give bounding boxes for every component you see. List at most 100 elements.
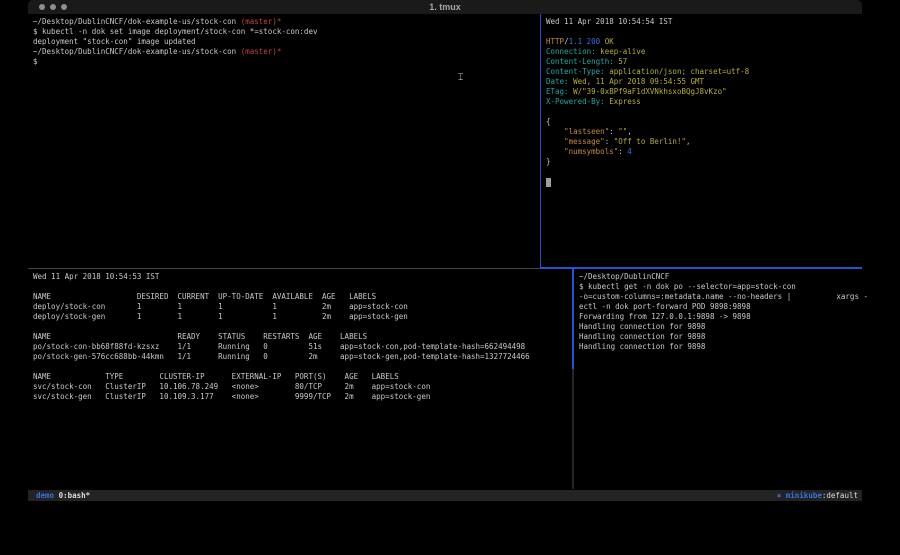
terminal-text-segment: ectl -n dok port-forward POD 9898:9898 <box>579 302 751 311</box>
terminal-line <box>546 177 867 187</box>
window-tab-bash[interactable]: 0:bash* <box>59 491 91 500</box>
terminal-text-segment: { <box>546 117 551 126</box>
terminal-line <box>546 107 867 117</box>
terminal-line: { <box>546 117 867 127</box>
terminal-line: Handling connection for 9898 <box>579 332 867 342</box>
terminal-line: $ kubectl get -n dok po --selector=app=s… <box>579 282 867 292</box>
desktop-background: 1. tmux ~/Desktop/DublinCNCF/dok-example… <box>0 0 900 555</box>
terminal-line: HTTP/1.1 200 OK <box>546 37 867 47</box>
terminal-text-segment: , <box>686 137 691 146</box>
terminal-line: Handling connection for 9898 <box>579 342 867 352</box>
terminal-text-segment: Handling connection for 9898 <box>579 322 705 331</box>
terminal-line: ~/Desktop/DublinCNCF/dok-example-us/stoc… <box>33 47 544 57</box>
terminal-text-segment: $ <box>33 57 38 66</box>
terminal-text-segment: "" <box>618 127 627 136</box>
terminal-text-segment: NAME TYPE CLUSTER-IP EXTERNAL-IP PORT(S)… <box>33 372 399 381</box>
terminal-text-segment: deploy/stock-con 1 1 1 1 2m app=stock-co… <box>33 302 408 311</box>
terminal-text-segment: $ kubectl get -n dok po --selector=app=s… <box>579 282 796 291</box>
zoom-button[interactable] <box>61 4 67 10</box>
terminal-line: -o=custom-columns=:metadata.name --no-he… <box>579 292 867 302</box>
terminal-text-segment: Date: <box>546 77 569 86</box>
tmux-pane-top-left[interactable]: ~/Desktop/DublinCNCF/dok-example-us/stoc… <box>28 14 544 270</box>
terminal-text-segment: NAME READY STATUS RESTARTS AGE LABELS <box>33 332 367 341</box>
status-left: demo 0:bash* <box>36 490 90 501</box>
terminal-line: Forwarding from 127.0.0.1:9898 -> 9898 <box>579 312 867 322</box>
terminal-text-segment: ETag: <box>546 87 569 96</box>
terminal-line: "message": "Off to Berlin!", <box>546 137 867 147</box>
terminal-text-segment <box>546 127 564 136</box>
terminal-line: po/stock-con-bb68f88fd-kzsxz 1/1 Running… <box>33 342 576 352</box>
terminal-line <box>33 282 576 292</box>
close-button[interactable] <box>39 4 45 10</box>
terminal-text-segment: Content-Type: <box>546 67 605 76</box>
terminal-text-segment: deployment "stock-con" image updated <box>33 37 196 46</box>
terminal-text-segment: application/json; charset=utf-8 <box>605 67 750 76</box>
tmux-pane-bottom-right[interactable]: ~/Desktop/DublinCNCF$ kubectl get -n dok… <box>574 269 867 492</box>
tmux-status-bar: demo 0:bash* ⎈ minikube:default <box>28 490 862 501</box>
pane-border-horizontal-right[interactable] <box>540 267 862 269</box>
terminal-text-segment: ~/Desktop/DublinCNCF <box>579 272 669 281</box>
cursor-block <box>546 178 551 187</box>
terminal-line: } <box>546 157 867 167</box>
terminal-text-segment: "lastseen" <box>564 127 609 136</box>
terminal-text-segment: : <box>609 127 618 136</box>
terminal-line: Wed 11 Apr 2018 10:54:53 IST <box>33 272 576 282</box>
pane-border-horizontal-left[interactable] <box>28 268 540 269</box>
terminal-text-segment: Content-Length: <box>546 57 614 66</box>
terminal-text-segment: keep-alive <box>596 47 646 56</box>
terminal-text-segment <box>546 147 564 156</box>
session-name[interactable]: demo <box>36 491 54 500</box>
terminal-line: ~/Desktop/DublinCNCF <box>579 272 867 282</box>
terminal-line: ETag: W/"39-0xBPf9aF1dXVNkhsxoBQgJ8vKzo" <box>546 87 867 97</box>
terminal-text-segment: NAME DESIRED CURRENT UP-TO-DATE AVAILABL… <box>33 292 376 301</box>
terminal-text-segment: 57 <box>614 57 628 66</box>
terminal-text-segment: X-Powered-By: <box>546 97 605 106</box>
terminal-line <box>33 362 576 372</box>
kube-context: minikube <box>781 491 822 500</box>
terminal-text-segment: } <box>546 157 551 166</box>
terminal-text-segment: po/stock-gen-576cc688bb-44kmn 1/1 Runnin… <box>33 352 530 361</box>
terminal-line: Connection: keep-alive <box>546 47 867 57</box>
terminal-text-segment: $ kubectl -n dok set image deployment/st… <box>33 27 317 36</box>
terminal-line <box>33 322 576 332</box>
terminal-text-segment: Wed 11 Apr 2018 10:54:53 IST <box>33 272 159 281</box>
terminal-line: $ <box>33 57 544 67</box>
terminal-text-segment: Wed, 11 Apr 2018 09:54:55 GMT <box>569 77 704 86</box>
terminal-text-segment: svc/stock-con ClusterIP 10.106.78.249 <n… <box>33 382 430 391</box>
pane-border-vertical-bottom-active[interactable] <box>572 269 574 369</box>
terminal-line: $ kubectl -n dok set image deployment/st… <box>33 27 544 37</box>
pane-border-vertical-bottom[interactable] <box>572 369 574 489</box>
terminal-line: NAME TYPE CLUSTER-IP EXTERNAL-IP PORT(S)… <box>33 372 576 382</box>
terminal-line: NAME DESIRED CURRENT UP-TO-DATE AVAILABL… <box>33 292 576 302</box>
status-right: ⎈ minikube:default <box>777 490 858 501</box>
terminal-line: ~/Desktop/DublinCNCF/dok-example-us/stoc… <box>33 17 544 27</box>
terminal-text-segment: Wed 11 Apr 2018 10:54:54 IST <box>546 17 672 26</box>
terminal-line: ectl -n dok port-forward POD 9898:9898 <box>579 302 867 312</box>
terminal-line: "lastseen": "", <box>546 127 867 137</box>
terminal-window: 1. tmux ~/Desktop/DublinCNCF/dok-example… <box>28 0 862 501</box>
terminal-text-segment: OK <box>605 37 614 46</box>
tmux-pane-bottom-left[interactable]: Wed 11 Apr 2018 10:54:53 IST NAME DESIRE… <box>28 269 576 492</box>
terminal-text-segment: svc/stock-gen ClusterIP 10.109.3.177 <no… <box>33 392 430 401</box>
terminal-text-segment: , <box>627 127 632 136</box>
terminal-line: svc/stock-gen ClusterIP 10.109.3.177 <no… <box>33 392 576 402</box>
terminal-text-segment: deploy/stock-gen 1 1 1 1 2m app=stock-ge… <box>33 312 408 321</box>
terminal-line: Wed 11 Apr 2018 10:54:54 IST <box>546 17 867 27</box>
terminal-text-segment: Forwarding from 127.0.0.1:9898 -> 9898 <box>579 312 751 321</box>
terminal-text-segment: Handling connection for 9898 <box>579 332 705 341</box>
terminal-text-segment: "Off to Berlin!" <box>614 137 686 146</box>
terminal-text-segment: * <box>277 17 282 26</box>
terminal-text-segment: Handling connection for 9898 <box>579 342 705 351</box>
terminal-text-segment <box>546 137 564 146</box>
terminal-line: Content-Length: 57 <box>546 57 867 67</box>
terminal-text-segment: po/stock-con-bb68f88fd-kzsxz 1/1 Running… <box>33 342 525 351</box>
terminal-line: deployment "stock-con" image updated <box>33 37 544 47</box>
terminal-text-segment: Connection: <box>546 47 596 56</box>
tmux-pane-top-right[interactable]: Wed 11 Apr 2018 10:54:54 IST HTTP/1.1 20… <box>541 14 867 270</box>
minimize-button[interactable] <box>50 4 56 10</box>
terminal-line: X-Powered-By: Express <box>546 97 867 107</box>
terminal-line: "numsymbols": 4 <box>546 147 867 157</box>
pane-border-vertical-top[interactable] <box>540 14 541 268</box>
terminal-line: svc/stock-con ClusterIP 10.106.78.249 <n… <box>33 382 576 392</box>
terminal-text-segment: (master) <box>241 47 277 56</box>
